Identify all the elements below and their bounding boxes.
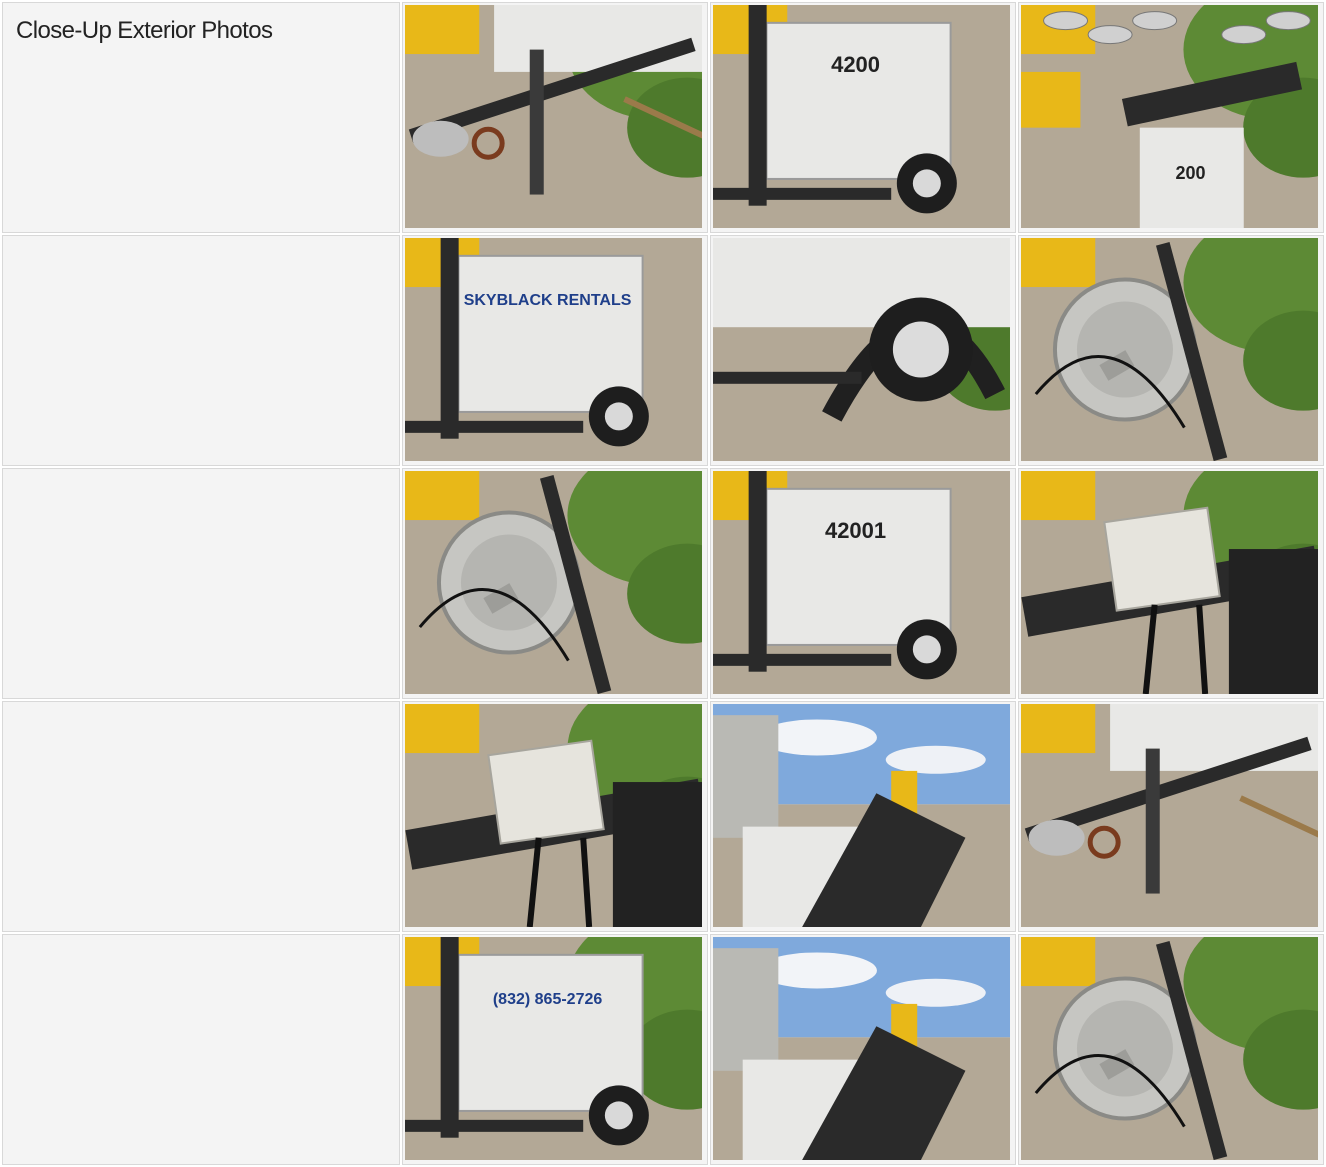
photo-cell — [401, 2, 708, 233]
single-lamp-photo-image — [404, 471, 702, 694]
row-label-cell — [2, 701, 400, 932]
photo-cell — [709, 235, 1016, 466]
unit-rear-photo[interactable]: 42001 — [712, 471, 1010, 694]
junction-box-photo-image — [1020, 471, 1318, 694]
lamp-heads-photo-image — [1020, 238, 1318, 461]
lamp-heads-photo[interactable] — [1020, 238, 1318, 461]
photo-cell: (832) 865-2726 — [401, 934, 708, 1165]
trailer-tongue-photo-image — [1020, 704, 1318, 927]
photo-gallery-table: Close-Up Exterior Photos 4200 200 SKYBLACK … — [0, 0, 1326, 1167]
photo-cell — [709, 934, 1016, 1165]
photo-cell — [401, 701, 708, 932]
section-title: Close-Up Exterior Photos — [16, 17, 273, 44]
photo-gallery-body: Close-Up Exterior Photos 4200 200 SKYBLACK … — [2, 2, 1324, 1165]
photo-cell: SKYBLACK RENTALS — [401, 235, 708, 466]
single-lamp-photo[interactable] — [404, 471, 702, 694]
box-cables-photo[interactable] — [404, 704, 702, 927]
gallery-row: SKYBLACK RENTALS — [2, 235, 1324, 466]
row-label — [3, 702, 399, 716]
unit-side-photo[interactable]: SKYBLACK RENTALS — [404, 238, 702, 461]
lamp-cord-sky-photo-image — [712, 937, 1010, 1160]
photo-cell: 200 — [1017, 2, 1324, 233]
photo-unit-text: 42001 — [825, 518, 886, 543]
row-label — [3, 236, 399, 250]
unit-side-photo-image: SKYBLACK RENTALS — [404, 238, 702, 461]
gallery-row: Close-Up Exterior Photos 4200 200 — [2, 2, 1324, 233]
row-label — [3, 935, 399, 949]
photo-cell — [401, 468, 708, 699]
wheel-fender-photo[interactable] — [712, 238, 1010, 461]
photo-unit-text: 4200 — [831, 52, 880, 77]
rear-tower-photo[interactable]: 4200 — [712, 5, 1010, 228]
gallery-row: 42001 — [2, 468, 1324, 699]
yard-view-photo[interactable] — [712, 704, 1010, 927]
mast-lamps-photo[interactable]: 200 — [1020, 5, 1318, 228]
row-label-cell — [2, 934, 400, 1165]
row-label — [3, 469, 399, 483]
rear-tower-photo-image: 4200 — [712, 5, 1010, 228]
gallery-row: (832) 865-2726 — [2, 934, 1324, 1165]
photo-cell — [1017, 934, 1324, 1165]
photo-cell — [1017, 701, 1324, 932]
gallery-row — [2, 701, 1324, 932]
hitch-jack-photo-image — [404, 5, 702, 228]
hand-lamp-photo-image — [1020, 937, 1318, 1160]
box-cables-photo-image — [404, 704, 702, 927]
row-label-cell — [2, 235, 400, 466]
row-label-cell: Close-Up Exterior Photos — [2, 2, 400, 233]
photo-cell — [1017, 468, 1324, 699]
row-label-cell — [2, 468, 400, 699]
unit-phone-photo-image: (832) 865-2726 — [404, 937, 702, 1160]
unit-rear-photo-image: 42001 — [712, 471, 1010, 694]
lamp-cord-sky-photo[interactable] — [712, 937, 1010, 1160]
photo-cell — [1017, 235, 1324, 466]
yard-view-photo-image — [712, 704, 1010, 927]
photo-cell: 42001 — [709, 468, 1016, 699]
trailer-tongue-photo[interactable] — [1020, 704, 1318, 927]
hitch-jack-photo[interactable] — [404, 5, 702, 228]
photo-cell: 4200 — [709, 2, 1016, 233]
hand-lamp-photo[interactable] — [1020, 937, 1318, 1160]
unit-phone-photo[interactable]: (832) 865-2726 — [404, 937, 702, 1160]
wheel-fender-photo-image — [712, 238, 1010, 461]
photo-cell — [709, 701, 1016, 932]
photo-unit-text: (832) 865-2726 — [492, 991, 602, 1008]
mast-lamps-photo-image: 200 — [1020, 5, 1318, 228]
photo-unit-text: SKYBLACK RENTALS — [463, 292, 631, 309]
junction-box-photo[interactable] — [1020, 471, 1318, 694]
photo-unit-text: 200 — [1175, 163, 1205, 183]
